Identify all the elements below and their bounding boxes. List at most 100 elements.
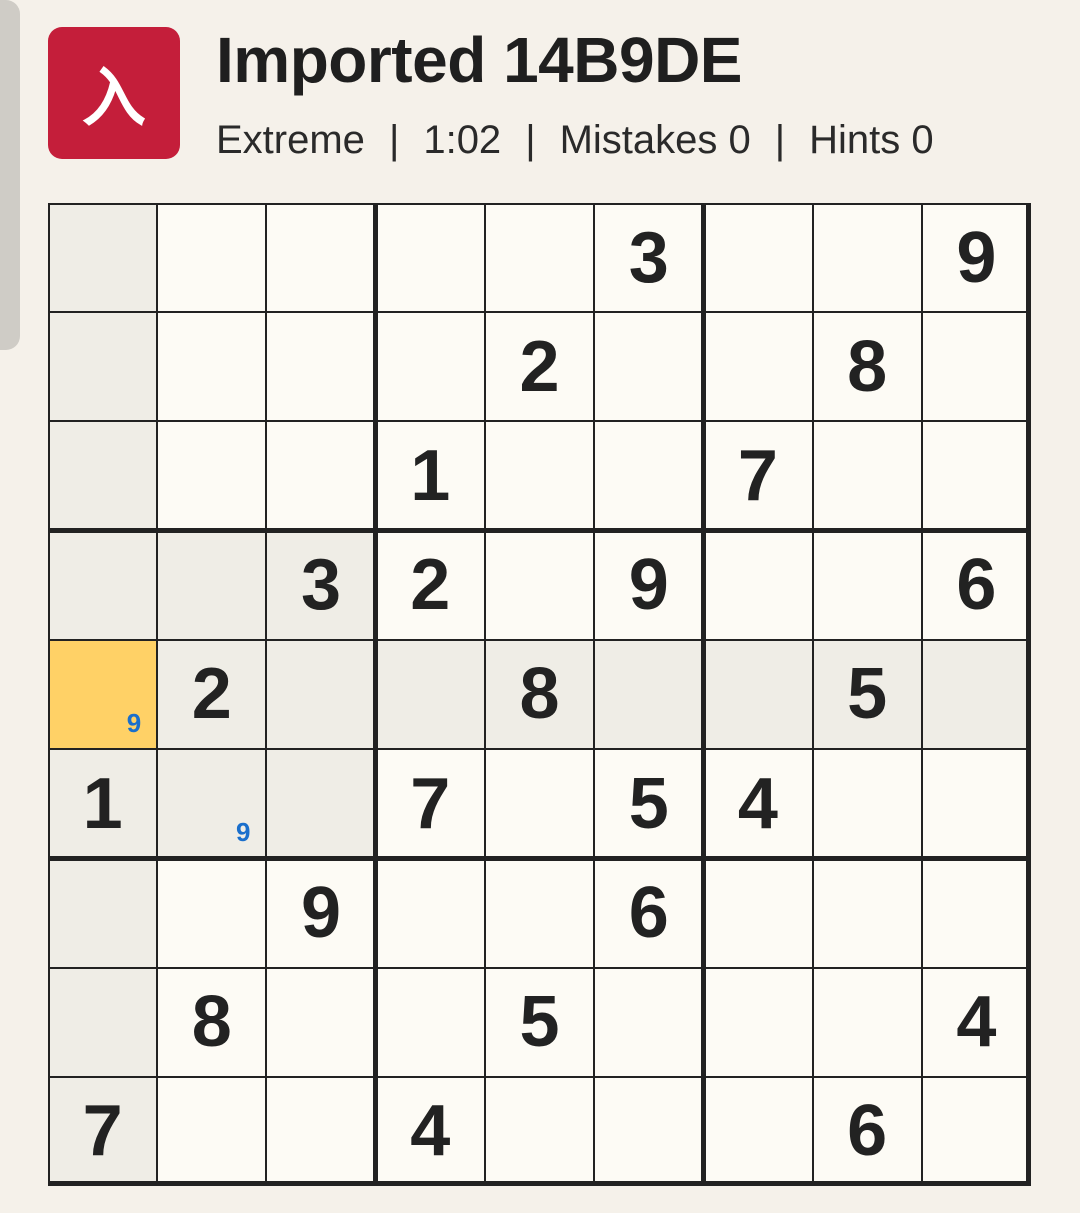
sudoku-cell[interactable] — [157, 530, 267, 640]
sudoku-cell[interactable] — [922, 1077, 1031, 1186]
box-border-line — [48, 528, 1031, 534]
cell-value: 2 — [191, 654, 232, 735]
sudoku-cell[interactable] — [48, 530, 158, 640]
cell-value: 5 — [628, 763, 669, 844]
sudoku-cell[interactable] — [813, 531, 922, 640]
sudoku-cell[interactable] — [922, 312, 1031, 421]
sudoku-cell[interactable] — [922, 858, 1031, 967]
sudoku-cell[interactable]: 9 — [922, 203, 1031, 312]
sudoku-cell[interactable] — [594, 421, 703, 530]
sudoku-cell[interactable] — [266, 312, 375, 421]
sudoku-cell[interactable] — [703, 968, 812, 1077]
sudoku-cell[interactable] — [485, 531, 594, 640]
sudoku-cell[interactable] — [48, 312, 158, 422]
sudoku-cell[interactable]: 6 — [813, 1077, 922, 1186]
cell-value: 6 — [956, 545, 997, 626]
sudoku-cell[interactable]: 7 — [376, 749, 485, 858]
sudoku-cell[interactable] — [48, 203, 158, 313]
sudoku-cell[interactable] — [922, 421, 1031, 530]
cell-value: 1 — [410, 436, 451, 517]
sudoku-cell[interactable] — [594, 968, 703, 1077]
sudoku-cell[interactable]: 3 — [266, 530, 376, 640]
cell-border-line — [48, 311, 1031, 314]
sudoku-cell[interactable]: 6 — [594, 858, 703, 967]
sudoku-cell[interactable] — [48, 858, 158, 968]
sudoku-cell[interactable] — [703, 531, 812, 640]
sudoku-cell[interactable]: 3 — [594, 203, 703, 312]
pencil-note: 9 — [126, 708, 142, 739]
sudoku-cell[interactable]: 5 — [594, 749, 703, 858]
side-panel-handle[interactable] — [0, 0, 20, 350]
sudoku-cell[interactable]: 9 — [157, 749, 267, 859]
sudoku-cell[interactable] — [375, 639, 485, 750]
sudoku-cell[interactable] — [157, 203, 266, 312]
sudoku-cell[interactable]: 6 — [922, 531, 1031, 640]
box-border-line — [1026, 203, 1031, 1186]
sudoku-cell[interactable]: 9 — [48, 639, 158, 750]
sudoku-cell[interactable] — [266, 749, 376, 859]
sudoku-cell[interactable]: 5 — [812, 639, 922, 750]
sudoku-cell[interactable] — [485, 749, 594, 858]
sudoku-cell[interactable] — [921, 639, 1031, 750]
sudoku-cell[interactable]: 2 — [157, 639, 267, 750]
sudoku-cell[interactable] — [266, 1077, 375, 1186]
sudoku-cell[interactable]: 4 — [922, 968, 1031, 1077]
sudoku-cell[interactable] — [703, 203, 812, 312]
cell-border-line — [156, 203, 159, 1186]
sudoku-cell[interactable] — [594, 639, 704, 750]
sudoku-cell[interactable] — [157, 858, 266, 967]
sudoku-cell[interactable]: 1 — [376, 421, 485, 530]
separator: | — [774, 118, 786, 162]
sudoku-cell[interactable]: 7 — [48, 1076, 158, 1186]
sudoku-cell[interactable] — [266, 421, 375, 530]
sudoku-cell[interactable] — [485, 203, 594, 312]
sudoku-cell[interactable] — [922, 749, 1031, 858]
box-border-line — [48, 203, 1031, 205]
sudoku-cell[interactable]: 8 — [813, 312, 922, 421]
cell-value: 3 — [628, 217, 669, 298]
sudoku-cell[interactable] — [703, 639, 813, 750]
sudoku-cell[interactable] — [376, 858, 485, 967]
sudoku-cell[interactable] — [703, 312, 812, 421]
sudoku-cell[interactable] — [703, 858, 812, 967]
sudoku-cell[interactable] — [703, 1077, 812, 1186]
sudoku-cell[interactable] — [485, 1077, 594, 1186]
sudoku-cell[interactable] — [376, 968, 485, 1077]
sudoku-cell[interactable] — [376, 312, 485, 421]
sudoku-cell[interactable] — [48, 421, 158, 531]
sudoku-cell[interactable]: 4 — [703, 749, 812, 858]
sudoku-cell[interactable]: 8 — [484, 639, 595, 750]
sudoku-cell[interactable] — [157, 1077, 266, 1186]
sudoku-cell[interactable] — [813, 749, 922, 858]
sudoku-cell[interactable] — [157, 421, 266, 530]
sudoku-cell[interactable]: 9 — [266, 858, 375, 967]
sudoku-cell[interactable]: 2 — [376, 531, 485, 640]
cell-value: 7 — [82, 1091, 123, 1172]
sudoku-cell[interactable] — [594, 312, 703, 421]
sudoku-cell[interactable] — [48, 967, 158, 1077]
sudoku-cell[interactable] — [813, 421, 922, 530]
sudoku-cell[interactable] — [813, 203, 922, 312]
puzzle-title: Imported 14B9DE — [216, 24, 742, 96]
cell-value: 3 — [301, 545, 342, 626]
cell-value: 4 — [410, 1091, 451, 1172]
sudoku-cell[interactable] — [266, 968, 375, 1077]
sudoku-cell[interactable] — [485, 421, 594, 530]
sudoku-cell[interactable]: 7 — [703, 421, 812, 530]
sudoku-cell[interactable] — [266, 203, 375, 312]
cell-border-line — [483, 203, 486, 1186]
sudoku-cell[interactable]: 2 — [485, 312, 594, 421]
sudoku-cell[interactable] — [157, 312, 266, 421]
sudoku-cell[interactable] — [813, 968, 922, 1077]
sudoku-cell[interactable]: 1 — [48, 749, 158, 859]
sudoku-cell[interactable] — [266, 639, 376, 750]
sudoku-cell[interactable] — [813, 858, 922, 967]
cell-value: 2 — [519, 326, 560, 407]
sudoku-cell[interactable]: 5 — [485, 968, 594, 1077]
sudoku-cell[interactable] — [594, 1077, 703, 1186]
sudoku-cell[interactable]: 8 — [157, 968, 266, 1077]
sudoku-cell[interactable] — [376, 203, 485, 312]
sudoku-cell[interactable]: 9 — [594, 531, 703, 640]
sudoku-cell[interactable] — [485, 858, 594, 967]
sudoku-cell[interactable]: 4 — [376, 1077, 485, 1186]
